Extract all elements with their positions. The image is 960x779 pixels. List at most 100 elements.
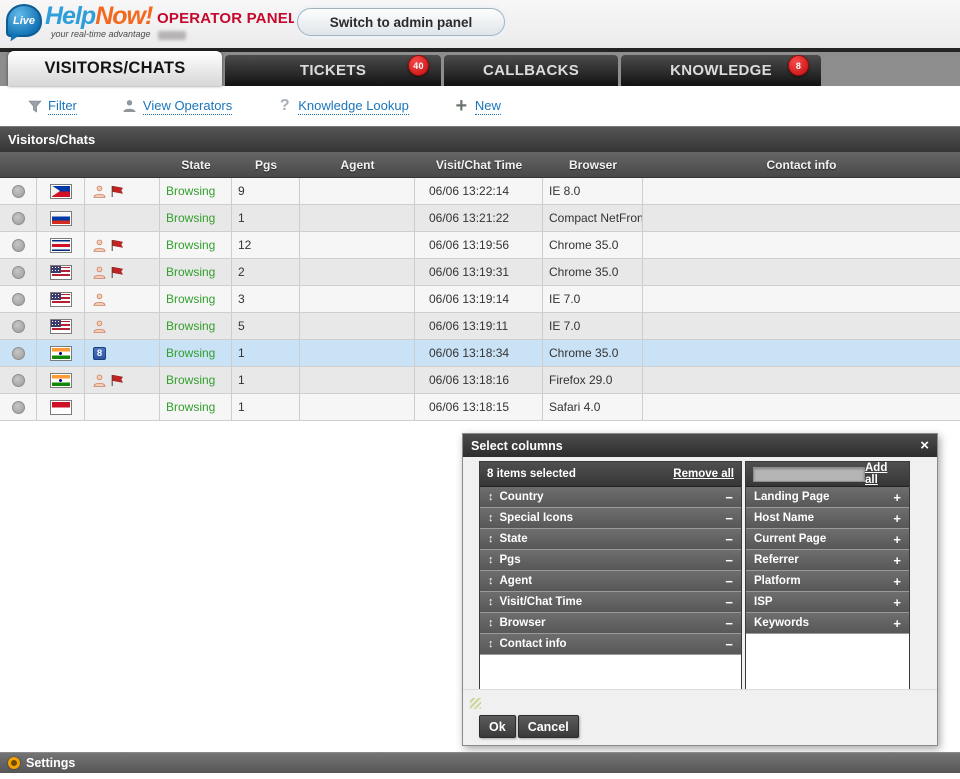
column-search-input[interactable]: [753, 467, 865, 482]
remove-column-icon[interactable]: −: [725, 511, 733, 526]
tab-visitors-chats[interactable]: VISITORS/CHATS: [8, 51, 222, 86]
table-row[interactable]: Browsing 1 06/06 13:21:22 Compact NetFro…: [0, 205, 960, 232]
table-row[interactable]: Browsing 5 06/06 13:19:11 IE 7.0: [0, 313, 960, 340]
drag-handle-icon[interactable]: ↕: [488, 533, 494, 545]
column-header-pgs: Pgs: [232, 158, 300, 172]
row-select-radio[interactable]: [12, 212, 25, 225]
table-row[interactable]: Browsing 1 06/06 13:18:15 Safari 4.0: [0, 394, 960, 421]
dialog-titlebar[interactable]: Select columns ×: [463, 434, 937, 457]
logo-tagline: your real-time advantage: [51, 30, 152, 39]
toolbar-item-new[interactable]: + New: [453, 98, 501, 115]
available-column-item-current-page[interactable]: Current Page +: [746, 529, 909, 550]
available-column-item-landing-page[interactable]: Landing Page +: [746, 487, 909, 508]
agent-cell: [300, 286, 415, 312]
contact-info-cell: [643, 205, 960, 231]
remove-column-icon[interactable]: −: [725, 616, 733, 631]
state-cell: Browsing: [160, 286, 232, 312]
drag-handle-icon[interactable]: ↕: [488, 617, 494, 629]
available-column-item-isp[interactable]: ISP +: [746, 592, 909, 613]
special-icons-cell: [85, 286, 160, 312]
add-column-icon[interactable]: +: [893, 616, 901, 631]
selected-column-item-agent[interactable]: ↕ Agent −: [480, 571, 741, 592]
available-columns-list: Add all Landing Page + Host Name + Curre…: [745, 461, 910, 690]
contact-info-cell: [643, 367, 960, 393]
available-column-item-platform[interactable]: Platform +: [746, 571, 909, 592]
selected-column-item-contact-info[interactable]: ↕ Contact info −: [480, 634, 741, 655]
table-row[interactable]: Browsing 2 06/06 13:19:31 Chrome 35.0: [0, 259, 960, 286]
row-select-radio[interactable]: [12, 374, 25, 387]
add-column-icon[interactable]: +: [893, 511, 901, 526]
contact-info-cell: [643, 340, 960, 366]
visit-time-cell: 06/06 13:18:15: [415, 394, 543, 420]
column-item-label: Country: [500, 491, 726, 503]
table-row[interactable]: 8 Browsing 1 06/06 13:18:34 Chrome 35.0: [0, 340, 960, 367]
row-select-radio[interactable]: [12, 347, 25, 360]
table-row[interactable]: Browsing 1 06/06 13:18:16 Firefox 29.0: [0, 367, 960, 394]
toolbar-item-filter[interactable]: Filter: [26, 98, 77, 115]
add-all-link[interactable]: Add all: [865, 462, 902, 486]
selected-column-item-pgs[interactable]: ↕ Pgs −: [480, 550, 741, 571]
remove-column-icon[interactable]: −: [725, 553, 733, 568]
column-item-label: Landing Page: [754, 491, 893, 503]
row-select-radio[interactable]: [12, 239, 25, 252]
row-select-radio[interactable]: [12, 266, 25, 279]
settings-bar[interactable]: Settings: [0, 752, 960, 773]
drag-handle-icon[interactable]: ↕: [488, 512, 494, 524]
visit-time-cell: 06/06 13:22:14: [415, 178, 543, 204]
panel-header: Visitors/Chats: [0, 126, 960, 152]
selected-column-item-country[interactable]: ↕ Country −: [480, 487, 741, 508]
selected-column-item-browser[interactable]: ↕ Browser −: [480, 613, 741, 634]
resize-grip-icon[interactable]: [470, 698, 481, 709]
tab-knowledge[interactable]: KNOWLEDGE 8: [621, 55, 821, 86]
row-select-radio[interactable]: [12, 320, 25, 333]
add-column-icon[interactable]: +: [893, 532, 901, 547]
selected-column-item-state[interactable]: ↕ State −: [480, 529, 741, 550]
special-icons-cell: [85, 259, 160, 285]
drag-handle-icon[interactable]: ↕: [488, 575, 494, 587]
drag-handle-icon[interactable]: ↕: [488, 638, 494, 650]
browser-cell: Chrome 35.0: [543, 340, 643, 366]
close-icon[interactable]: ×: [920, 438, 929, 453]
selected-column-item-special-icons[interactable]: ↕ Special Icons −: [480, 508, 741, 529]
remove-column-icon[interactable]: −: [725, 532, 733, 547]
state-cell: Browsing: [160, 313, 232, 339]
add-column-icon[interactable]: +: [893, 553, 901, 568]
toolbar-item-knowledge-lookup[interactable]: ? Knowledge Lookup: [276, 98, 409, 115]
agent-cell: [300, 313, 415, 339]
selected-column-item-visit-chat-time[interactable]: ↕ Visit/Chat Time −: [480, 592, 741, 613]
add-column-icon[interactable]: +: [893, 490, 901, 505]
available-column-item-referrer[interactable]: Referrer +: [746, 550, 909, 571]
red-flag-icon: [110, 239, 124, 252]
tab-callbacks[interactable]: CALLBACKS: [444, 55, 618, 86]
row-select-radio[interactable]: [12, 401, 25, 414]
remove-column-icon[interactable]: −: [725, 574, 733, 589]
table-row[interactable]: Browsing 3 06/06 13:19:14 IE 7.0: [0, 286, 960, 313]
agent-cell: [300, 178, 415, 204]
person-icon: [93, 239, 106, 252]
visit-time-cell: 06/06 13:19:31: [415, 259, 543, 285]
available-column-item-keywords[interactable]: Keywords +: [746, 613, 909, 634]
table-row[interactable]: Browsing 9 06/06 13:22:14 IE 8.0: [0, 178, 960, 205]
drag-handle-icon[interactable]: ↕: [488, 596, 494, 608]
ok-button[interactable]: Ok: [479, 715, 516, 738]
tab-tickets[interactable]: TICKETS 40: [225, 55, 441, 86]
add-column-icon[interactable]: +: [893, 574, 901, 589]
remove-column-icon[interactable]: −: [725, 595, 733, 610]
row-select-radio[interactable]: [12, 185, 25, 198]
remove-column-icon[interactable]: −: [725, 637, 733, 652]
drag-handle-icon[interactable]: ↕: [488, 554, 494, 566]
table-row[interactable]: Browsing 12 06/06 13:19:56 Chrome 35.0: [0, 232, 960, 259]
person-icon: [93, 293, 106, 306]
notification-badge: 8: [788, 55, 809, 76]
cancel-button[interactable]: Cancel: [518, 715, 579, 738]
remove-all-link[interactable]: Remove all: [673, 468, 734, 480]
available-column-item-host-name[interactable]: Host Name +: [746, 508, 909, 529]
add-column-icon[interactable]: +: [893, 595, 901, 610]
contact-info-cell: [643, 178, 960, 204]
row-select-radio[interactable]: [12, 293, 25, 306]
remove-column-icon[interactable]: −: [725, 490, 733, 505]
toolbar-item-view-operators[interactable]: View Operators: [121, 98, 232, 115]
switch-to-admin-button[interactable]: Switch to admin panel: [297, 8, 505, 36]
new-plus-icon: +: [453, 98, 470, 115]
drag-handle-icon[interactable]: ↕: [488, 491, 494, 503]
